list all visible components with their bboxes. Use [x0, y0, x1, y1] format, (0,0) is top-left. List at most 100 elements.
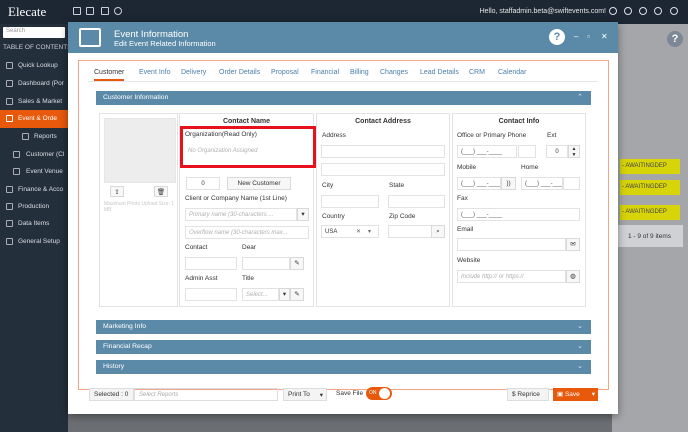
sidebar-item-reports[interactable]: Reports [0, 128, 68, 146]
sidebar-item-customer[interactable]: Customer (Cl [0, 146, 68, 164]
search-icon[interactable]: ⌕ [431, 225, 445, 238]
primary-name-input[interactable]: Primary name (30-characters ... [185, 208, 297, 221]
gear-icon[interactable] [624, 7, 632, 15]
sidebar-item-finance[interactable]: Finance & Acco [0, 181, 68, 199]
sidebar-item-event-venue[interactable]: Event Venue [0, 163, 68, 181]
help-icon[interactable]: ? [549, 29, 565, 45]
dear-input[interactable] [242, 257, 290, 270]
mobile-input[interactable]: (___) ___-____ [457, 177, 501, 190]
zip-input[interactable] [388, 225, 433, 238]
globe-icon[interactable]: ◍ [566, 270, 580, 283]
tab-customer[interactable]: Customer [94, 69, 125, 81]
country-select[interactable]: USA ✕ ▾ [321, 225, 379, 238]
tab-crm[interactable]: CRM [469, 69, 485, 76]
edit-icon[interactable]: ✎ [290, 257, 304, 270]
tab-financial[interactable]: Financial [311, 69, 339, 76]
title-select[interactable]: Select... [242, 288, 279, 301]
minimize-icon[interactable]: – [574, 32, 578, 41]
chart-icon[interactable] [101, 7, 109, 15]
sidebar-item-production[interactable]: Production [0, 198, 68, 216]
tab-changes[interactable]: Changes [380, 69, 408, 76]
city-input[interactable] [321, 195, 379, 208]
state-label: State [389, 182, 405, 189]
section-customer-information[interactable]: Customer Information ⌃ [96, 91, 591, 105]
chevron-down-icon[interactable]: ▾ [297, 208, 309, 221]
envelope-icon[interactable]: ✉ [566, 238, 580, 251]
close-icon[interactable]: ✕ [601, 32, 608, 41]
tab-billing[interactable]: Billing [350, 69, 369, 76]
chevron-down-icon[interactable]: ▾ [368, 228, 371, 235]
list-icon [13, 168, 20, 175]
sidebar-item-quick-lookup[interactable]: Quick Lookup [0, 57, 68, 75]
tab-event-info[interactable]: Event Info [139, 69, 171, 76]
clear-icon[interactable]: ✕ [356, 228, 361, 235]
office-phone-extra[interactable] [518, 145, 536, 158]
rss-icon[interactable]: )) [501, 177, 516, 190]
maximize-icon[interactable]: ▫ [587, 32, 590, 41]
sidebar-item-general-setup[interactable]: General Setup [0, 233, 68, 251]
ext-stepper[interactable]: 0 [546, 145, 568, 158]
modal-header: Event Information Edit Event Related Inf… [68, 22, 618, 53]
chevron-down-icon[interactable]: ▾ [279, 288, 290, 301]
home-phone-input[interactable]: (___) ___-____ [521, 177, 563, 190]
tab-lead-details[interactable]: Lead Details [420, 69, 459, 76]
save-button[interactable]: ▣ Save ▾ [553, 388, 598, 401]
contact-info-heading: Contact Info [498, 118, 540, 125]
list-icon [6, 115, 13, 122]
tab-proposal[interactable]: Proposal [271, 69, 299, 76]
contact-input[interactable] [185, 257, 237, 270]
sidebar-item-sales[interactable]: Sales & Market [0, 93, 68, 111]
customer-count-field[interactable]: 0 [186, 177, 220, 190]
office-phone-label: Office or Primary Phone [457, 132, 527, 139]
city-label: City [322, 182, 334, 189]
tab-order-details[interactable]: Order Details [219, 69, 260, 76]
gear-icon [6, 238, 13, 245]
toc-heading: TABLE OF CONTENTS [3, 44, 72, 51]
reprice-button[interactable]: $ Reprice [507, 388, 549, 401]
state-input[interactable] [388, 195, 445, 208]
overflow-name-input[interactable]: Overflow name (30-characters max... [185, 226, 309, 239]
trash-icon[interactable]: 🗑 [154, 186, 168, 197]
upload-icon[interactable]: ⇪ [110, 186, 124, 197]
sidebar-search-input[interactable]: Search [3, 27, 65, 38]
office-phone-input[interactable]: (___) ___-____ [457, 145, 517, 158]
chevron-down-icon: ▾ [319, 392, 323, 399]
sidebar-item-dashboard[interactable]: Dashboard (Por [0, 75, 68, 93]
section-marketing-info[interactable]: Marketing Info ⌄ [96, 320, 591, 334]
section-financial-recap[interactable]: Financial Recap ⌄ [96, 340, 591, 354]
new-customer-button[interactable]: New Customer [227, 177, 291, 190]
status-badge: - AWAITINGDEP [620, 205, 680, 220]
stepper-arrows-icon[interactable]: ▲ ▼ [568, 145, 580, 158]
email-input[interactable] [457, 238, 566, 251]
edit-icon[interactable]: ✎ [290, 288, 304, 301]
address-line1-input[interactable] [321, 145, 445, 158]
address-line2-input[interactable] [321, 163, 445, 176]
email-label: Email [457, 226, 474, 233]
tab-calendar[interactable]: Calendar [498, 69, 526, 76]
megaphone-icon[interactable] [639, 7, 647, 15]
report-icon [22, 133, 29, 140]
database-icon [6, 220, 13, 227]
tab-delivery[interactable]: Delivery [181, 69, 206, 76]
website-input[interactable]: Include http:// or https:// [457, 270, 566, 283]
bell-icon[interactable] [654, 7, 662, 15]
website-label: Website [457, 257, 481, 264]
sidebar-item-event-orders[interactable]: Event & Orde [0, 110, 68, 128]
admin-asst-input[interactable] [185, 288, 237, 301]
truck-icon[interactable] [86, 7, 94, 15]
section-history[interactable]: History ⌄ [96, 360, 591, 374]
sidebar-item-data-items[interactable]: Data Items [0, 215, 68, 233]
calculator-icon[interactable] [73, 7, 81, 15]
help-icon[interactable]: ? [667, 31, 683, 47]
phone-icon[interactable] [114, 7, 122, 15]
home-phone-extra[interactable] [563, 177, 580, 190]
fax-input[interactable]: (___) ___-____ [457, 208, 580, 221]
country-label: Country [322, 213, 345, 220]
print-to-button[interactable]: Print To ▾ [283, 388, 327, 401]
user-icon[interactable] [670, 7, 678, 15]
top-bar: Elecate Hello, staffadmin.beta@swifteven… [0, 0, 688, 24]
home-icon[interactable] [609, 7, 617, 15]
wrench-icon [6, 203, 13, 210]
select-reports-input[interactable]: Select Reports [134, 388, 278, 401]
home-label: Home [521, 164, 539, 171]
